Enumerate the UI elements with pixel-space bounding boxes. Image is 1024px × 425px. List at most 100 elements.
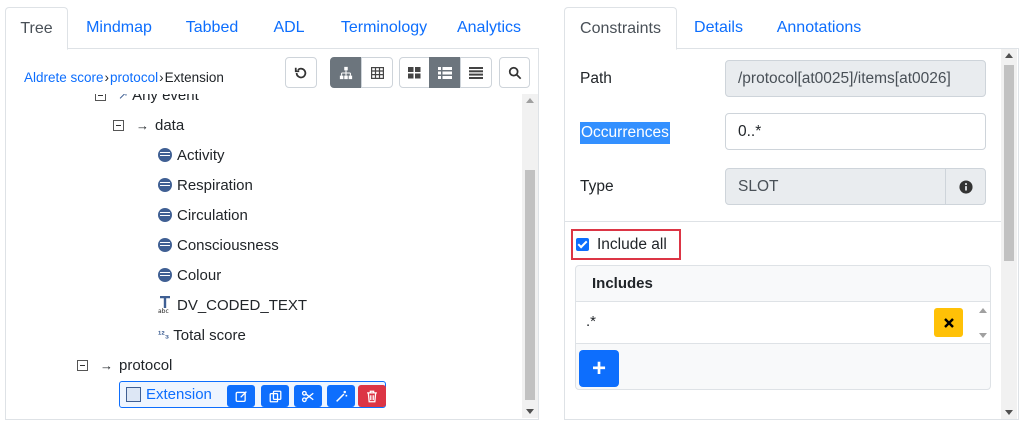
- tree-view-button[interactable]: [330, 57, 362, 88]
- tree-node-protocol[interactable]: → protocol: [77, 350, 172, 380]
- scroll-down-icon[interactable]: [979, 333, 987, 338]
- section-divider: [565, 221, 1003, 222]
- include-all-label[interactable]: Include all: [597, 236, 667, 254]
- text-type-icon: abc: [158, 296, 170, 314]
- archetype-tree-panel: Tree Mindmap Tabbed ADL Terminology Anal…: [5, 0, 539, 420]
- include-row-scrollbar[interactable]: [976, 302, 990, 344]
- arrow-right-icon: →: [136, 117, 149, 133]
- tree-node-label: Circulation: [177, 206, 248, 224]
- occurrences-label: Occurrences: [580, 122, 670, 144]
- search-icon: [508, 66, 521, 79]
- include-pattern-input[interactable]: .*: [586, 313, 596, 330]
- left-tab-bar: Tree Mindmap Tabbed ADL Terminology Anal…: [5, 7, 539, 50]
- tree-node-label: Activity: [177, 146, 225, 164]
- tree-node-activity[interactable]: Activity: [158, 140, 225, 170]
- hierarchy-icon: [339, 66, 353, 79]
- scroll-up-icon[interactable]: [1005, 53, 1013, 58]
- scrollbar-thumb[interactable]: [1004, 65, 1014, 261]
- collapse-toggle-icon[interactable]: [113, 119, 124, 131]
- include-all-highlight: Include all: [571, 229, 681, 260]
- tree-node-total-score[interactable]: ¹²₃ Total score: [158, 320, 246, 350]
- list-detail-icon: [438, 66, 452, 79]
- grid-icon: [408, 66, 421, 78]
- tab-constraints[interactable]: Constraints: [564, 7, 677, 50]
- breadcrumb-aldrete-score[interactable]: Aldrete score: [24, 70, 104, 85]
- tab-tabbed[interactable]: Tabbed: [177, 7, 247, 49]
- element-icon: [158, 238, 172, 252]
- breadcrumb-protocol[interactable]: protocol: [110, 70, 158, 85]
- scroll-down-icon[interactable]: [526, 409, 534, 414]
- tab-mindmap[interactable]: Mindmap: [77, 7, 161, 49]
- undo-icon: [294, 67, 307, 78]
- tree-node-respiration[interactable]: Respiration: [158, 170, 253, 200]
- tree-node-label: data: [155, 116, 185, 134]
- add-include-button[interactable]: +: [579, 350, 619, 387]
- cut-node-button[interactable]: [294, 385, 322, 407]
- tab-annotations[interactable]: Annotations: [767, 7, 871, 49]
- copy-node-button[interactable]: [261, 385, 289, 407]
- includes-header: Includes: [576, 266, 990, 302]
- node-details-panel: Constraints Details Annotations Path /pr…: [564, 0, 1019, 420]
- table-view-button[interactable]: [361, 57, 393, 88]
- list-detail-view-button[interactable]: [429, 57, 461, 88]
- event-icon: ↗: [118, 94, 129, 102]
- tree-node-data[interactable]: → data: [113, 110, 184, 140]
- scroll-up-icon[interactable]: [526, 98, 534, 103]
- delete-node-button[interactable]: [358, 385, 386, 407]
- remove-include-button[interactable]: [934, 308, 963, 337]
- tree-node-any-event[interactable]: ↗ Any event: [95, 94, 199, 110]
- type-field: SLOT: [725, 168, 946, 205]
- edit-node-button[interactable]: [227, 385, 255, 407]
- tab-analytics[interactable]: Analytics: [451, 7, 527, 49]
- includes-card: Includes .* +: [575, 265, 991, 390]
- tab-terminology[interactable]: Terminology: [328, 7, 440, 49]
- tree-node-label: Colour: [177, 266, 222, 284]
- info-icon: [958, 179, 973, 194]
- tab-adl[interactable]: ADL: [263, 7, 315, 49]
- breadcrumb-current: Extension: [164, 70, 224, 85]
- breadcrumb-separator: ›: [159, 70, 164, 85]
- tab-tree[interactable]: Tree: [5, 7, 68, 50]
- path-label: Path: [580, 70, 612, 87]
- tree-node-label: DV_CODED_TEXT: [177, 296, 308, 314]
- scrollbar-thumb[interactable]: [525, 170, 535, 400]
- tree-scrollbar[interactable]: [522, 94, 538, 418]
- tree-node-consciousness[interactable]: Consciousness: [158, 230, 279, 260]
- right-tab-bar: Constraints Details Annotations: [564, 7, 1019, 50]
- search-button[interactable]: [499, 57, 530, 88]
- list-icon: [469, 66, 483, 79]
- tree-node-label: Total score: [173, 326, 246, 344]
- tree-node-label: Extension: [146, 386, 212, 403]
- tab-details[interactable]: Details: [686, 7, 751, 49]
- type-label: Type: [580, 178, 614, 195]
- copy-icon: [269, 390, 281, 402]
- arrow-right-icon: →: [100, 357, 113, 373]
- constraints-scrollbar[interactable]: [1001, 49, 1017, 419]
- tree-node-circulation[interactable]: Circulation: [158, 200, 248, 230]
- scissors-icon: [301, 390, 314, 402]
- collapse-toggle-icon[interactable]: [77, 359, 88, 371]
- tree-node-extension-selected[interactable]: Extension: [119, 381, 386, 408]
- magic-wand-button[interactable]: [327, 385, 355, 407]
- tree-node-dv-coded-text[interactable]: abc DV_CODED_TEXT: [158, 290, 307, 320]
- count-type-icon: ¹²₃: [158, 329, 170, 341]
- collapse-toggle-icon[interactable]: [95, 94, 106, 101]
- include-all-checkbox[interactable]: [576, 238, 589, 251]
- tree-node-colour[interactable]: Colour: [158, 260, 221, 290]
- tree-node-label: Respiration: [177, 176, 253, 194]
- element-icon: [158, 268, 172, 282]
- table-icon: [370, 66, 384, 79]
- occurrences-input[interactable]: 0..*: [725, 113, 986, 150]
- tree-node-label: protocol: [119, 356, 173, 374]
- undo-button[interactable]: [285, 57, 317, 88]
- type-info-button[interactable]: [945, 168, 986, 205]
- element-icon: [158, 178, 172, 192]
- breadcrumb: Aldrete score›protocol›Extension: [24, 70, 224, 85]
- archetype-tree: ↗ Any event → data Activity Respiration …: [5, 94, 524, 418]
- scroll-down-icon[interactable]: [1005, 410, 1013, 415]
- slot-icon: [126, 387, 141, 402]
- grid-view-button[interactable]: [399, 57, 430, 88]
- list-view-button[interactable]: [460, 57, 492, 88]
- scroll-up-icon[interactable]: [979, 308, 987, 313]
- path-field: /protocol[at0025]/items[at0026]: [725, 60, 986, 97]
